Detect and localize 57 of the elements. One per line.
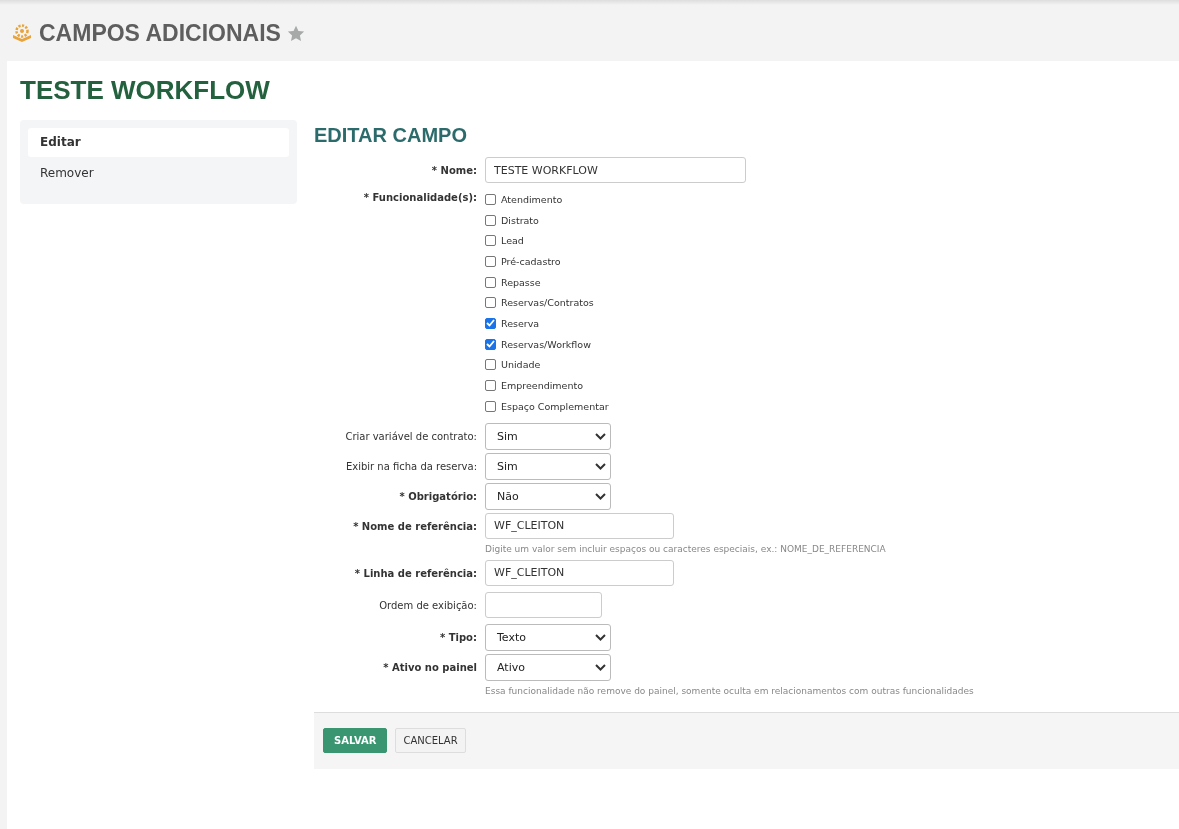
save-button[interactable]: SALVAR (323, 728, 388, 754)
sidebar-item[interactable]: Editar (28, 128, 289, 157)
cancel-button[interactable]: CANCELAR (395, 728, 466, 754)
field-label: Exibir na ficha da reserva: (345, 460, 477, 472)
checkbox-label: Reservas/Contratos (501, 297, 594, 309)
star-icon[interactable] (286, 24, 305, 42)
checkbox-label: Espaço Complementar (501, 400, 609, 412)
select-dropdown[interactable]: Texto (485, 623, 611, 651)
help-text: Digite um valor sem incluir espaços ou caracteres especiais, ex.: NOME_DE_REFERENCIA (485, 543, 886, 554)
text-field[interactable]: WF_CLEITON (485, 512, 674, 539)
select-dropdown[interactable]: Não (485, 482, 611, 510)
checkbox[interactable] (485, 235, 496, 247)
text-field[interactable] (485, 591, 602, 618)
select-dropdown[interactable]: Sim (485, 452, 611, 480)
checkbox-label: Atendimento (501, 193, 563, 205)
field-label: * Tipo: (440, 631, 477, 643)
text-field[interactable]: TESTE WORKFLOW (485, 157, 746, 183)
checkbox[interactable] (485, 297, 496, 309)
field-label: * Nome: (431, 165, 477, 176)
field-label: * Obrigatório: (399, 490, 477, 502)
chevron-down-icon (595, 663, 606, 671)
chevron-down-icon (595, 432, 606, 440)
help-text: Essa funcionalidade não remove do painel, somente oculta em relacionamentos com outras funcionalidades (485, 685, 974, 696)
checkbox-label: Distrato (501, 214, 539, 226)
checkbox-label: Pré-cadastro (501, 255, 561, 267)
record-title: TESTE WORKFLOW (20, 75, 271, 106)
checkbox-label: Repasse (501, 276, 541, 288)
checkbox[interactable] (485, 255, 496, 267)
checkbox-label: Unidade (501, 359, 541, 371)
checkbox[interactable] (485, 317, 496, 329)
field-label: * Nome de referência: (353, 520, 477, 532)
checkbox-label: Reservas/Workflow (501, 338, 591, 350)
field-label: * Funcionalidade(s): (363, 192, 477, 203)
select-dropdown[interactable]: Sim (485, 422, 611, 450)
field-label: Criar variável de contrato: (345, 430, 477, 442)
sidebar-item[interactable]: Remover (28, 159, 289, 188)
checkbox[interactable] (485, 400, 496, 412)
gear-box-icon (11, 23, 33, 43)
checkbox-label: Empreendimento (501, 380, 584, 392)
chevron-down-icon (595, 462, 606, 470)
form-title: EDITAR CAMPO (314, 124, 468, 147)
field-label: * Ativo no painel (383, 661, 477, 673)
checkbox-label: Reserva (501, 317, 540, 329)
checkbox[interactable] (485, 380, 496, 392)
chevron-down-icon (595, 492, 606, 500)
checkbox-label: Lead (501, 235, 524, 247)
page-title: CAMPOS ADICIONAIS (39, 19, 281, 47)
text-field[interactable]: WF_CLEITON (485, 559, 674, 586)
select-dropdown[interactable]: Ativo (485, 653, 611, 681)
checkbox[interactable] (485, 338, 496, 350)
checkbox[interactable] (485, 214, 496, 226)
chevron-down-icon (595, 633, 606, 641)
field-label: Ordem de exibição: (379, 599, 477, 611)
checkbox[interactable] (485, 193, 496, 205)
checkbox[interactable] (485, 359, 496, 371)
checkbox[interactable] (485, 276, 496, 288)
field-label: * Linha de referência: (354, 567, 477, 579)
